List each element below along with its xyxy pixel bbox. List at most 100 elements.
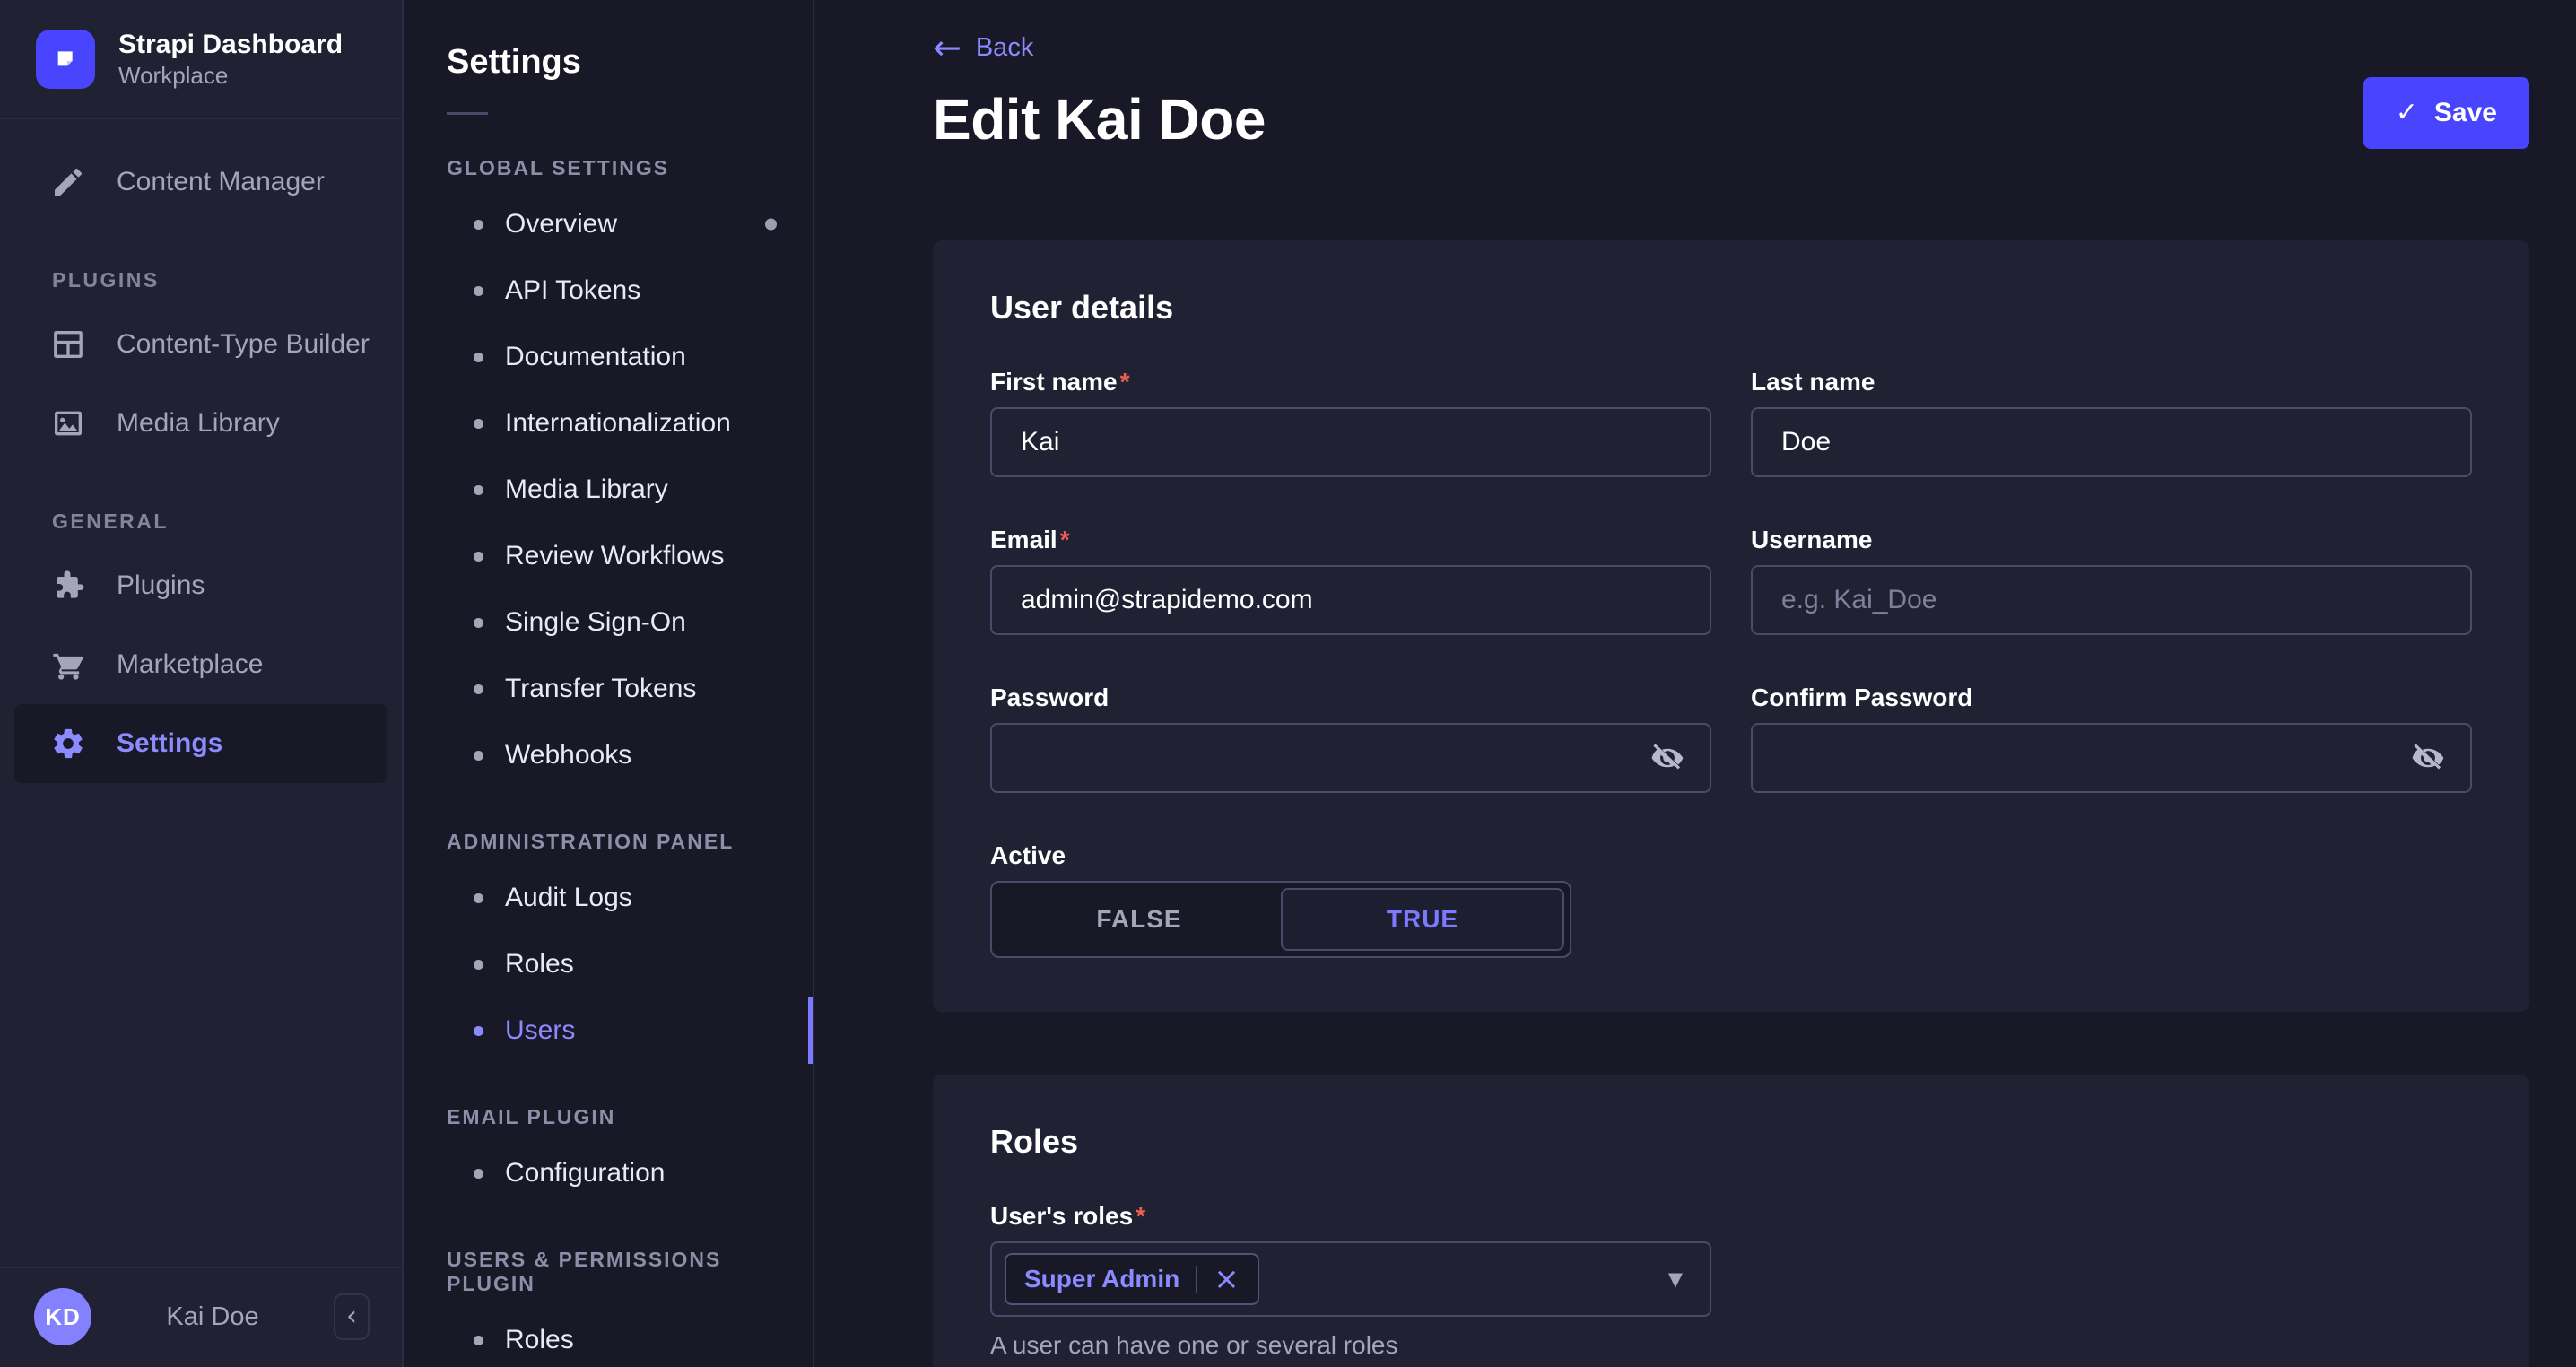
sidebar-item-marketplace[interactable]: Marketplace [14, 625, 387, 704]
layout-icon [50, 327, 86, 362]
user-details-card: User details First name* Last name Email… [933, 240, 2529, 1012]
eye-off-icon [1650, 741, 1684, 775]
arrow-left-icon: ← [933, 30, 962, 65]
subnav-item-documentation[interactable]: Documentation [404, 324, 813, 390]
main-content: ← Back Edit Kai Doe ✓ Save User details … [814, 0, 2576, 1367]
workspace-brand[interactable]: Strapi Dashboard Workplace [0, 0, 402, 118]
workspace-subtitle: Workplace [118, 61, 343, 91]
password-input[interactable] [990, 723, 1711, 793]
bullet-icon [474, 552, 483, 562]
main-navigation: Content Manager PLUGINS Content-Type Bui… [0, 119, 402, 1267]
subnav-item-api-tokens[interactable]: API Tokens [404, 257, 813, 324]
confirm-password-input[interactable] [1751, 723, 2472, 793]
bullet-icon [474, 1026, 483, 1036]
sidebar-item-media-library[interactable]: Media Library [14, 384, 387, 463]
role-tag-label: Super Admin [1024, 1265, 1179, 1293]
first-name-input[interactable] [990, 407, 1711, 477]
gear-icon [50, 726, 86, 762]
active-toggle-false[interactable]: FALSE [997, 888, 1281, 951]
username-input[interactable] [1751, 565, 2472, 635]
subnav-item-media-library[interactable]: Media Library [404, 457, 813, 523]
sidebar-item-settings[interactable]: Settings [14, 704, 387, 783]
subnav-item-users[interactable]: Users [404, 997, 813, 1064]
subnav-item-single-sign-on[interactable]: Single Sign-On [404, 589, 813, 656]
page-title: Edit Kai Doe [933, 86, 1266, 152]
bullet-icon [474, 353, 483, 362]
subnav-item-transfer-tokens[interactable]: Transfer Tokens [404, 656, 813, 722]
active-toggle: FALSE TRUE [990, 881, 1571, 958]
user-details-heading: User details [990, 289, 2472, 327]
bullet-icon [474, 286, 483, 296]
subnav-item-overview[interactable]: Overview [404, 191, 813, 257]
bullet-icon [474, 960, 483, 970]
eye-off-icon [2411, 741, 2445, 775]
chevron-left-icon: ‹ [346, 1303, 357, 1330]
required-mark: * [1120, 368, 1130, 396]
email-input[interactable] [990, 565, 1711, 635]
sidebar-item-label: Plugins [117, 570, 205, 601]
subnav-section-global-settings: GLOBAL SETTINGS [447, 156, 813, 180]
user-roles-field-group: User's roles* Super Admin × ▼ A user can… [990, 1202, 1711, 1360]
active-field-group: Active FALSE TRUE [990, 841, 1711, 958]
required-mark: * [1060, 526, 1070, 553]
workspace-title: Strapi Dashboard [118, 29, 343, 61]
sidebar-item-plugins[interactable]: Plugins [14, 546, 387, 625]
active-indicator [808, 997, 814, 1064]
subnav-item-configuration[interactable]: Configuration [404, 1140, 813, 1206]
subnav-item-admin-roles[interactable]: Roles [404, 931, 813, 997]
password-field-group: Password [990, 684, 1711, 793]
active-label: Active [990, 841, 1711, 870]
username-field-group: Username [1751, 526, 2472, 635]
subnav-section-email-plugin: EMAIL PLUGIN [447, 1105, 813, 1129]
subnav-item-internationalization[interactable]: Internationalization [404, 390, 813, 457]
user-roles-label: User's roles* [990, 1202, 1711, 1231]
bullet-icon [474, 684, 483, 694]
image-icon [50, 405, 86, 441]
bullet-icon [474, 1336, 483, 1345]
username-label: Username [1751, 526, 2472, 554]
sidebar-item-label: Media Library [117, 408, 280, 439]
last-name-input[interactable] [1751, 407, 2472, 477]
back-link[interactable]: ← Back [933, 30, 1033, 65]
sidebar-item-content-manager[interactable]: Content Manager [14, 143, 387, 222]
sidebar-item-label: Content Manager [117, 167, 325, 197]
confirm-password-label: Confirm Password [1751, 684, 2472, 712]
collapse-sidebar-button[interactable]: ‹ [334, 1293, 370, 1340]
strapi-logo-icon [36, 30, 95, 89]
subnav-section-users-permissions-plugin: USERS & PERMISSIONS PLUGIN [447, 1248, 813, 1296]
email-label: Email* [990, 526, 1711, 554]
nav-section-plugins: PLUGINS [52, 268, 387, 292]
notification-dot [765, 219, 777, 231]
active-toggle-true[interactable]: TRUE [1281, 888, 1564, 951]
subnav-item-audit-logs[interactable]: Audit Logs [404, 865, 813, 931]
first-name-field-group: First name* [990, 368, 1711, 477]
password-label: Password [990, 684, 1711, 712]
remove-role-button[interactable]: × [1214, 1264, 1240, 1294]
divider [447, 112, 488, 115]
sidebar-item-content-type-builder[interactable]: Content-Type Builder [14, 305, 387, 384]
toggle-password-visibility-button[interactable] [1647, 737, 1688, 779]
subnav-item-review-workflows[interactable]: Review Workflows [404, 523, 813, 589]
sidebar-footer: KD Kai Doe ‹ [0, 1267, 402, 1367]
bullet-icon [474, 893, 483, 903]
toggle-confirm-password-visibility-button[interactable] [2407, 737, 2449, 779]
save-button[interactable]: ✓ Save [2363, 77, 2529, 149]
settings-subnav: Settings GLOBAL SETTINGS Overview API To… [404, 0, 814, 1367]
pencil-icon [50, 164, 86, 200]
role-tag: Super Admin × [1005, 1253, 1259, 1305]
last-name-label: Last name [1751, 368, 2472, 396]
avatar[interactable]: KD [34, 1288, 91, 1345]
chevron-down-icon: ▼ [1668, 1268, 1683, 1290]
roles-heading: Roles [990, 1123, 2472, 1161]
confirm-password-field-group: Confirm Password [1751, 684, 2472, 793]
current-user-name: Kai Doe [91, 1302, 334, 1332]
check-icon: ✓ [2396, 100, 2418, 126]
bullet-icon [474, 1169, 483, 1179]
subnav-item-up-roles[interactable]: Roles [404, 1307, 813, 1367]
subnav-item-webhooks[interactable]: Webhooks [404, 722, 813, 788]
subnav-section-administration-panel: ADMINISTRATION PANEL [447, 830, 813, 854]
roles-helper-text: A user can have one or several roles [990, 1331, 1711, 1360]
bullet-icon [474, 220, 483, 230]
cart-icon [50, 647, 86, 683]
user-roles-select[interactable]: Super Admin × ▼ [990, 1241, 1711, 1317]
